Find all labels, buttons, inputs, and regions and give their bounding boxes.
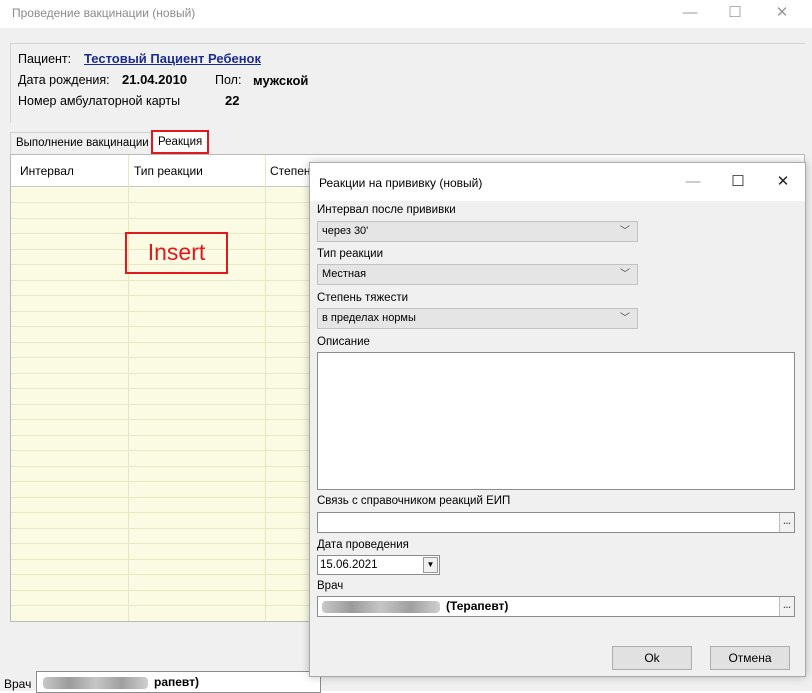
card-label: Номер амбулаторной карты bbox=[18, 94, 181, 108]
type-value: Местная bbox=[322, 268, 367, 280]
window-title: Проведение вакцинации (новый) bbox=[12, 6, 196, 20]
interval-select[interactable]: через 30' ﹀ bbox=[317, 221, 638, 242]
severity-select[interactable]: в пределах нормы ﹀ bbox=[317, 308, 638, 329]
dialog-doctor-value: (Терапевт) bbox=[446, 599, 509, 613]
patient-name-link[interactable]: Тестовый Пациент Ребенок bbox=[84, 51, 261, 66]
date-value: 15.06.2021 bbox=[320, 559, 378, 571]
card-number: 22 bbox=[225, 93, 240, 108]
date-picker[interactable]: 15.06.2021 ▼ bbox=[317, 555, 440, 575]
description-label: Описание bbox=[317, 336, 370, 348]
severity-label: Степень тяжести bbox=[317, 292, 409, 304]
ellipsis-icon[interactable]: ... bbox=[779, 597, 794, 616]
type-select[interactable]: Местная ﹀ bbox=[317, 264, 638, 285]
tab-vaccination[interactable]: Выполнение вакцинации bbox=[10, 132, 155, 154]
minimize-icon[interactable]: — bbox=[670, 2, 710, 24]
insert-annotation: Insert bbox=[125, 232, 228, 274]
doctor-value: рапевт) bbox=[154, 675, 200, 689]
chevron-down-icon[interactable]: ﹀ bbox=[620, 265, 630, 284]
description-textarea[interactable] bbox=[317, 352, 795, 490]
dialog-title: Реакции на прививку (новый) bbox=[319, 176, 483, 190]
close-icon[interactable]: ✕ bbox=[765, 171, 801, 193]
patient-info-panel: Пациент: Тестовый Пациент Ребенок Дата р… bbox=[10, 43, 805, 123]
ellipsis-icon[interactable]: ... bbox=[779, 513, 794, 532]
column-header-severity[interactable]: Степен bbox=[270, 164, 311, 178]
chevron-down-icon[interactable]: ▼ bbox=[423, 557, 438, 573]
dob-label: Дата рождения: bbox=[18, 73, 110, 87]
type-label: Тип реакции bbox=[317, 248, 384, 260]
severity-value: в пределах нормы bbox=[322, 312, 416, 324]
maximize-icon[interactable]: ☐ bbox=[720, 171, 756, 193]
interval-value: через 30' bbox=[322, 225, 369, 237]
main-titlebar: Проведение вакцинации (новый) — ☐ ✕ bbox=[0, 0, 812, 28]
close-icon[interactable]: ✕ bbox=[762, 2, 802, 24]
column-header-interval[interactable]: Интервал bbox=[20, 164, 74, 178]
tab-reaction[interactable]: Реакция bbox=[151, 130, 210, 154]
ok-button[interactable]: Ok bbox=[612, 646, 692, 670]
date-label: Дата проведения bbox=[317, 539, 409, 551]
chevron-down-icon[interactable]: ﹀ bbox=[620, 222, 630, 241]
sex-value: мужской bbox=[253, 73, 309, 88]
reaction-dialog: Реакции на прививку (новый) — ☐ ✕ Интерв… bbox=[309, 162, 806, 677]
dialog-doctor-field[interactable]: (Терапевт)... bbox=[317, 596, 795, 617]
interval-label: Интервал после прививки bbox=[317, 204, 456, 216]
eip-label: Связь с справочником реакций ЕИП bbox=[317, 495, 511, 507]
doctor-label: Врач bbox=[4, 677, 32, 691]
eip-lookup-field[interactable]: ... bbox=[317, 512, 795, 533]
sex-label: Пол: bbox=[215, 73, 242, 87]
chevron-down-icon[interactable]: ﹀ bbox=[620, 309, 630, 328]
doctor-field[interactable]: рапевт) bbox=[36, 671, 321, 693]
blurred-name bbox=[43, 676, 148, 689]
patient-label: Пациент: bbox=[18, 52, 72, 66]
dialog-doctor-label: Врач bbox=[317, 580, 344, 592]
dialog-titlebar: Реакции на прививку (новый) — ☐ ✕ bbox=[310, 163, 805, 201]
cancel-button[interactable]: Отмена bbox=[710, 646, 790, 670]
maximize-icon[interactable]: ☐ bbox=[715, 2, 755, 24]
minimize-icon[interactable]: — bbox=[675, 171, 711, 193]
dob-value: 21.04.2010 bbox=[122, 72, 188, 87]
blurred-name bbox=[322, 600, 440, 613]
column-header-type[interactable]: Тип реакции bbox=[134, 164, 203, 178]
